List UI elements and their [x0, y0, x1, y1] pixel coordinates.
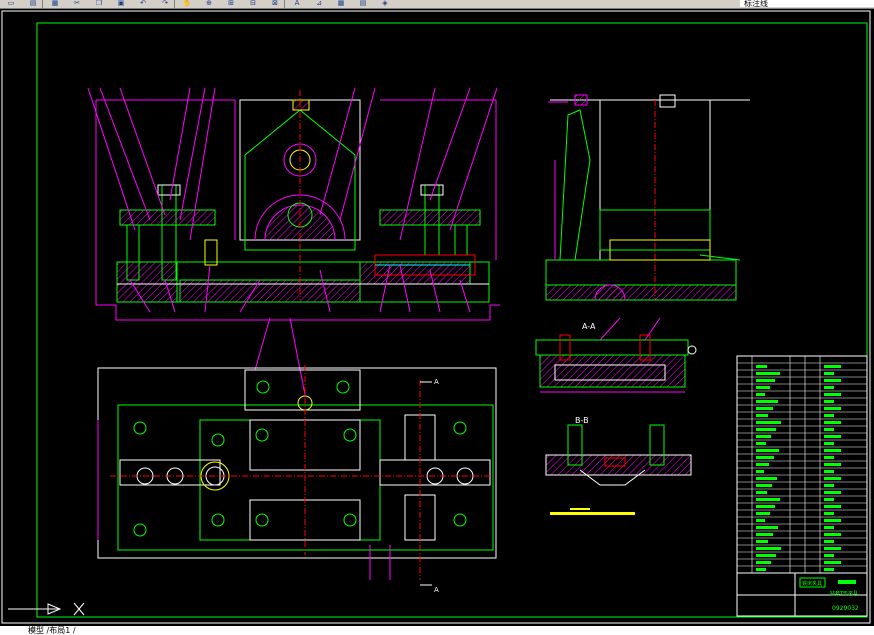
bom-part-name: [756, 400, 778, 403]
bom-part-name: [756, 568, 766, 571]
bom-part-name: [756, 519, 765, 522]
print-icon[interactable]: ▦: [48, 0, 62, 7]
bom-part-material: [824, 505, 841, 508]
paste-icon[interactable]: ▣: [114, 0, 128, 7]
title-name: 钻套T形夹具: [830, 590, 858, 597]
bom-part-name: [756, 526, 778, 529]
redo-icon[interactable]: ↷: [158, 0, 172, 7]
zoom-previous-icon[interactable]: ⊟: [246, 0, 260, 7]
bom-part-name: [756, 491, 767, 494]
bom-part-material: [824, 372, 834, 375]
cut-label-a-top: A: [434, 378, 439, 386]
bom-part-material: [824, 463, 841, 466]
bom-part-material: [824, 491, 841, 494]
title-stamp: 铣床夹具: [802, 580, 822, 587]
cad-drawing: A-A B-B A A 铣床夹具 钻套T形夹具 0929032: [1, 10, 871, 624]
pan-icon[interactable]: ✋: [180, 0, 194, 7]
bom-part-material: [824, 547, 841, 550]
bom-part-name: [756, 533, 773, 536]
bom-part-material: [824, 533, 841, 536]
bom-part-name: [756, 372, 780, 375]
bom-part-material: [824, 442, 834, 445]
section-b-label: B-B: [575, 416, 589, 425]
bom-part-material: [824, 568, 834, 571]
drawing-canvas[interactable]: A-A B-B A A 铣床夹具 钻套T形夹具 0929032: [0, 9, 874, 626]
layer-icon[interactable]: ◈: [378, 0, 392, 7]
bom-part-name: [756, 386, 770, 389]
zoom-extents-icon[interactable]: ⊠: [268, 0, 282, 7]
bom-part-material: [824, 498, 834, 501]
bom-part-name: [756, 365, 767, 368]
bom-part-material: [824, 512, 834, 515]
undo-icon[interactable]: ↶: [136, 0, 150, 7]
bom-part-material: [824, 407, 841, 410]
section-a-a: A-A: [535, 317, 697, 393]
bom-part-material: [824, 386, 834, 389]
bom-part-name: [756, 442, 766, 445]
bom-part-name: [756, 505, 775, 508]
bom-part-name: [756, 470, 764, 473]
bom-part-name: [756, 477, 777, 480]
cut-icon[interactable]: ✂: [70, 0, 84, 7]
bom-part-name: [756, 379, 775, 382]
bom-part-name: [756, 449, 779, 452]
bom-part-name: [756, 407, 773, 410]
bom-part-name: [756, 561, 771, 564]
cut-label-a-bottom: A: [434, 586, 439, 594]
title-drawing-number: 0929032: [832, 605, 859, 612]
properties-icon[interactable]: ▤: [356, 0, 370, 7]
bom-part-name: [756, 512, 770, 515]
bom-part-name: [756, 421, 781, 424]
bom-part-material: [824, 561, 841, 564]
layout-tabs[interactable]: 模型 /布局1 /: [0, 626, 874, 635]
section-a-label: A-A: [582, 322, 596, 331]
copy-icon[interactable]: ❐: [92, 0, 106, 7]
new-file-icon[interactable]: ▭: [4, 0, 18, 7]
bom-part-name: [756, 456, 774, 459]
bom-part-material: [824, 484, 834, 487]
bom-part-material: [824, 540, 834, 543]
front-view: [87, 87, 500, 396]
layer-dropdown[interactable]: 标注线: [740, 0, 874, 8]
text-style-icon[interactable]: A: [290, 0, 304, 7]
toolbar-separator: [174, 0, 175, 8]
bom-part-material: [824, 456, 834, 459]
zoom-window-icon[interactable]: ⊞: [224, 0, 238, 7]
top-view: A A: [97, 365, 497, 594]
bom-part-name: [756, 463, 769, 466]
bom-part-material: [824, 428, 834, 431]
bom-part-name: [756, 540, 768, 543]
table-icon[interactable]: ▦: [334, 0, 348, 7]
bom-part-material: [824, 477, 841, 480]
bom-part-name: [756, 498, 780, 501]
dim-style-icon[interactable]: ⊿: [312, 0, 326, 7]
bom-part-material: [824, 435, 841, 438]
bom-part-material: [824, 519, 841, 522]
bom-part-material: [824, 414, 834, 417]
ucs-icon: [8, 602, 85, 616]
bom-part-material: [824, 365, 841, 368]
save-icon[interactable]: ▤: [26, 0, 40, 7]
section-b-b: B-B: [545, 416, 692, 515]
bom-part-name: [756, 435, 771, 438]
toolbar-separator: [42, 0, 43, 8]
bom-part-name: [756, 414, 768, 417]
bom-part-material: [824, 449, 841, 452]
bom-part-material: [824, 526, 834, 529]
bom-part-material: [824, 470, 834, 473]
bom-part-material: [824, 393, 841, 396]
toolbar-separator: [284, 0, 285, 8]
bom-part-material: [824, 421, 841, 424]
bom-part-name: [756, 484, 772, 487]
bom-part-name: [756, 393, 765, 396]
bom-part-name: [756, 547, 781, 550]
side-view: [545, 94, 750, 301]
zoom-realtime-icon[interactable]: ⊕: [202, 0, 216, 7]
bom-part-material: [824, 379, 841, 382]
bom-part-name: [756, 554, 776, 557]
bom-part-material: [824, 400, 834, 403]
bom-part-material: [824, 554, 834, 557]
parts-list: 铣床夹具 钻套T形夹具 0929032: [736, 355, 868, 617]
bom-part-name: [756, 428, 776, 431]
